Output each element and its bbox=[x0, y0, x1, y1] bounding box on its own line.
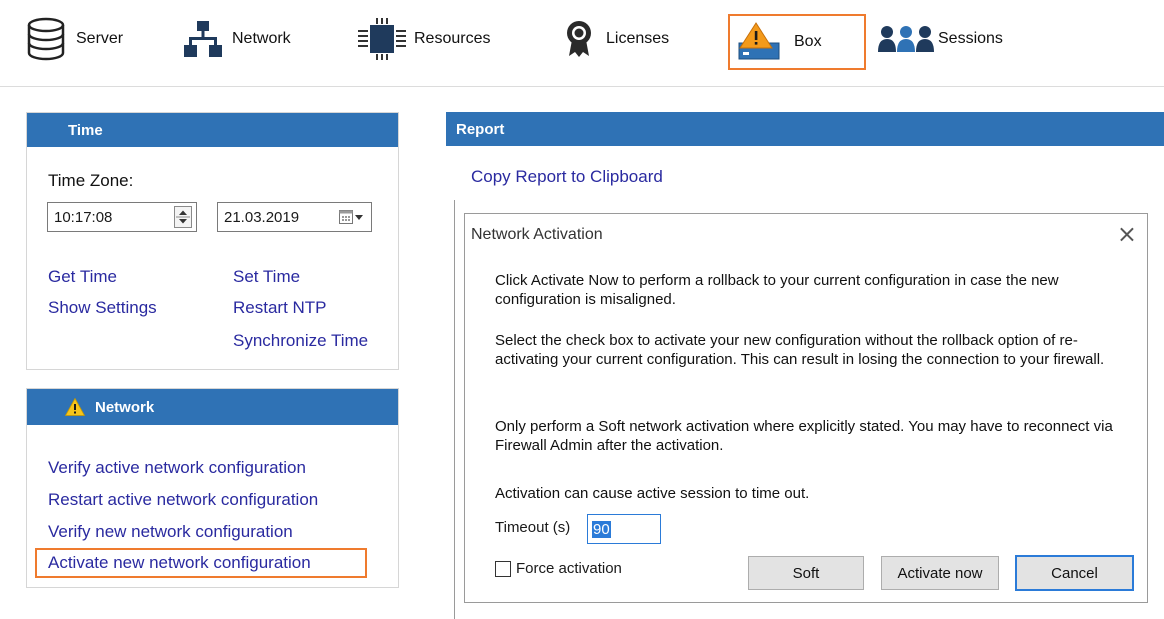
toolbar-label: Box bbox=[794, 33, 822, 50]
users-icon bbox=[878, 24, 934, 54]
license-badge-icon bbox=[566, 20, 592, 58]
verify-new-network-link[interactable]: Verify new network configuration bbox=[48, 522, 293, 542]
warning-icon bbox=[65, 398, 85, 416]
button-label: Activate now bbox=[897, 564, 983, 582]
cancel-button[interactable]: Cancel bbox=[1015, 555, 1134, 591]
dialog-paragraph: Only perform a Soft network activation w… bbox=[495, 418, 1113, 454]
toolbar-label: Resources bbox=[414, 30, 491, 47]
panel-title: Time bbox=[68, 121, 103, 139]
timeout-value: 90 bbox=[592, 520, 611, 538]
toolbar-label: Server bbox=[76, 30, 124, 47]
toolbar-server[interactable]: Server bbox=[26, 10, 156, 68]
toolbar-resources[interactable]: Resources bbox=[356, 10, 526, 68]
toolbar-sessions[interactable]: Sessions bbox=[878, 10, 1028, 68]
show-settings-link[interactable]: Show Settings bbox=[48, 298, 157, 318]
synchronize-time-link[interactable]: Synchronize Time bbox=[233, 331, 368, 351]
copy-report-link[interactable]: Copy Report to Clipboard bbox=[471, 167, 663, 187]
soft-button[interactable]: Soft bbox=[748, 556, 864, 590]
restart-active-network-link[interactable]: Restart active network configuration bbox=[48, 490, 318, 510]
toolbar-licenses[interactable]: Licenses bbox=[566, 10, 706, 68]
toolbar-box[interactable]: Box bbox=[728, 14, 866, 70]
dialog-paragraph: Click Activate Now to perform a rollback… bbox=[495, 272, 1059, 308]
button-label: Cancel bbox=[1051, 564, 1098, 582]
main-toolbar: Server Network Resources Licenses Box Se… bbox=[0, 0, 1164, 87]
network-panel-header: Network bbox=[27, 389, 398, 425]
toolbar-label: Sessions bbox=[938, 30, 1003, 47]
chip-icon bbox=[356, 18, 408, 60]
force-activation-label: Force activation bbox=[516, 560, 622, 577]
dialog-paragraph: Activation can cause active session to t… bbox=[495, 485, 810, 502]
toolbar-label: Network bbox=[232, 30, 291, 47]
report-panel-header: Report bbox=[446, 112, 1164, 146]
time-panel-header: Time bbox=[27, 113, 398, 147]
network-panel: Network Verify active network configurat… bbox=[26, 388, 399, 588]
button-label: Soft bbox=[792, 564, 820, 582]
timeout-label: Timeout (s) bbox=[495, 519, 571, 536]
timeout-input[interactable]: 90 bbox=[587, 514, 661, 544]
box-warning-icon bbox=[738, 22, 782, 62]
activate-new-network-link[interactable]: Activate new network configuration bbox=[48, 553, 311, 573]
verify-active-network-link[interactable]: Verify active network configuration bbox=[48, 458, 306, 478]
panel-title: Network bbox=[95, 398, 155, 416]
get-time-link[interactable]: Get Time bbox=[48, 267, 117, 287]
date-picker[interactable]: 21.03.2019 bbox=[217, 202, 372, 232]
network-activation-dialog: Network Activation × Click Activate Now … bbox=[464, 213, 1148, 603]
close-icon[interactable]: × bbox=[1117, 220, 1137, 248]
dialog-title: Network Activation bbox=[471, 226, 603, 243]
time-value: 10:17:08 bbox=[54, 208, 113, 226]
force-activation-checkbox[interactable] bbox=[495, 561, 511, 577]
time-panel: Time Time Zone: 10:17:08 21.03.2019 Get … bbox=[26, 112, 399, 370]
set-time-link[interactable]: Set Time bbox=[233, 267, 300, 287]
dialog-paragraph: Select the check box to activate your ne… bbox=[495, 332, 1105, 368]
database-icon bbox=[26, 17, 66, 61]
timezone-label: Time Zone: bbox=[48, 171, 134, 190]
toolbar-network[interactable]: Network bbox=[184, 10, 334, 68]
calendar-dropdown-icon[interactable] bbox=[339, 210, 365, 228]
report-area-border bbox=[454, 200, 455, 619]
panel-title: Report bbox=[456, 120, 505, 138]
toolbar-label: Licenses bbox=[606, 30, 670, 47]
time-input[interactable]: 10:17:08 bbox=[47, 202, 197, 232]
network-icon bbox=[184, 19, 222, 59]
activate-now-button[interactable]: Activate now bbox=[881, 556, 999, 590]
time-spinner[interactable] bbox=[174, 206, 192, 228]
date-value: 21.03.2019 bbox=[224, 208, 300, 226]
restart-ntp-link[interactable]: Restart NTP bbox=[233, 298, 327, 318]
